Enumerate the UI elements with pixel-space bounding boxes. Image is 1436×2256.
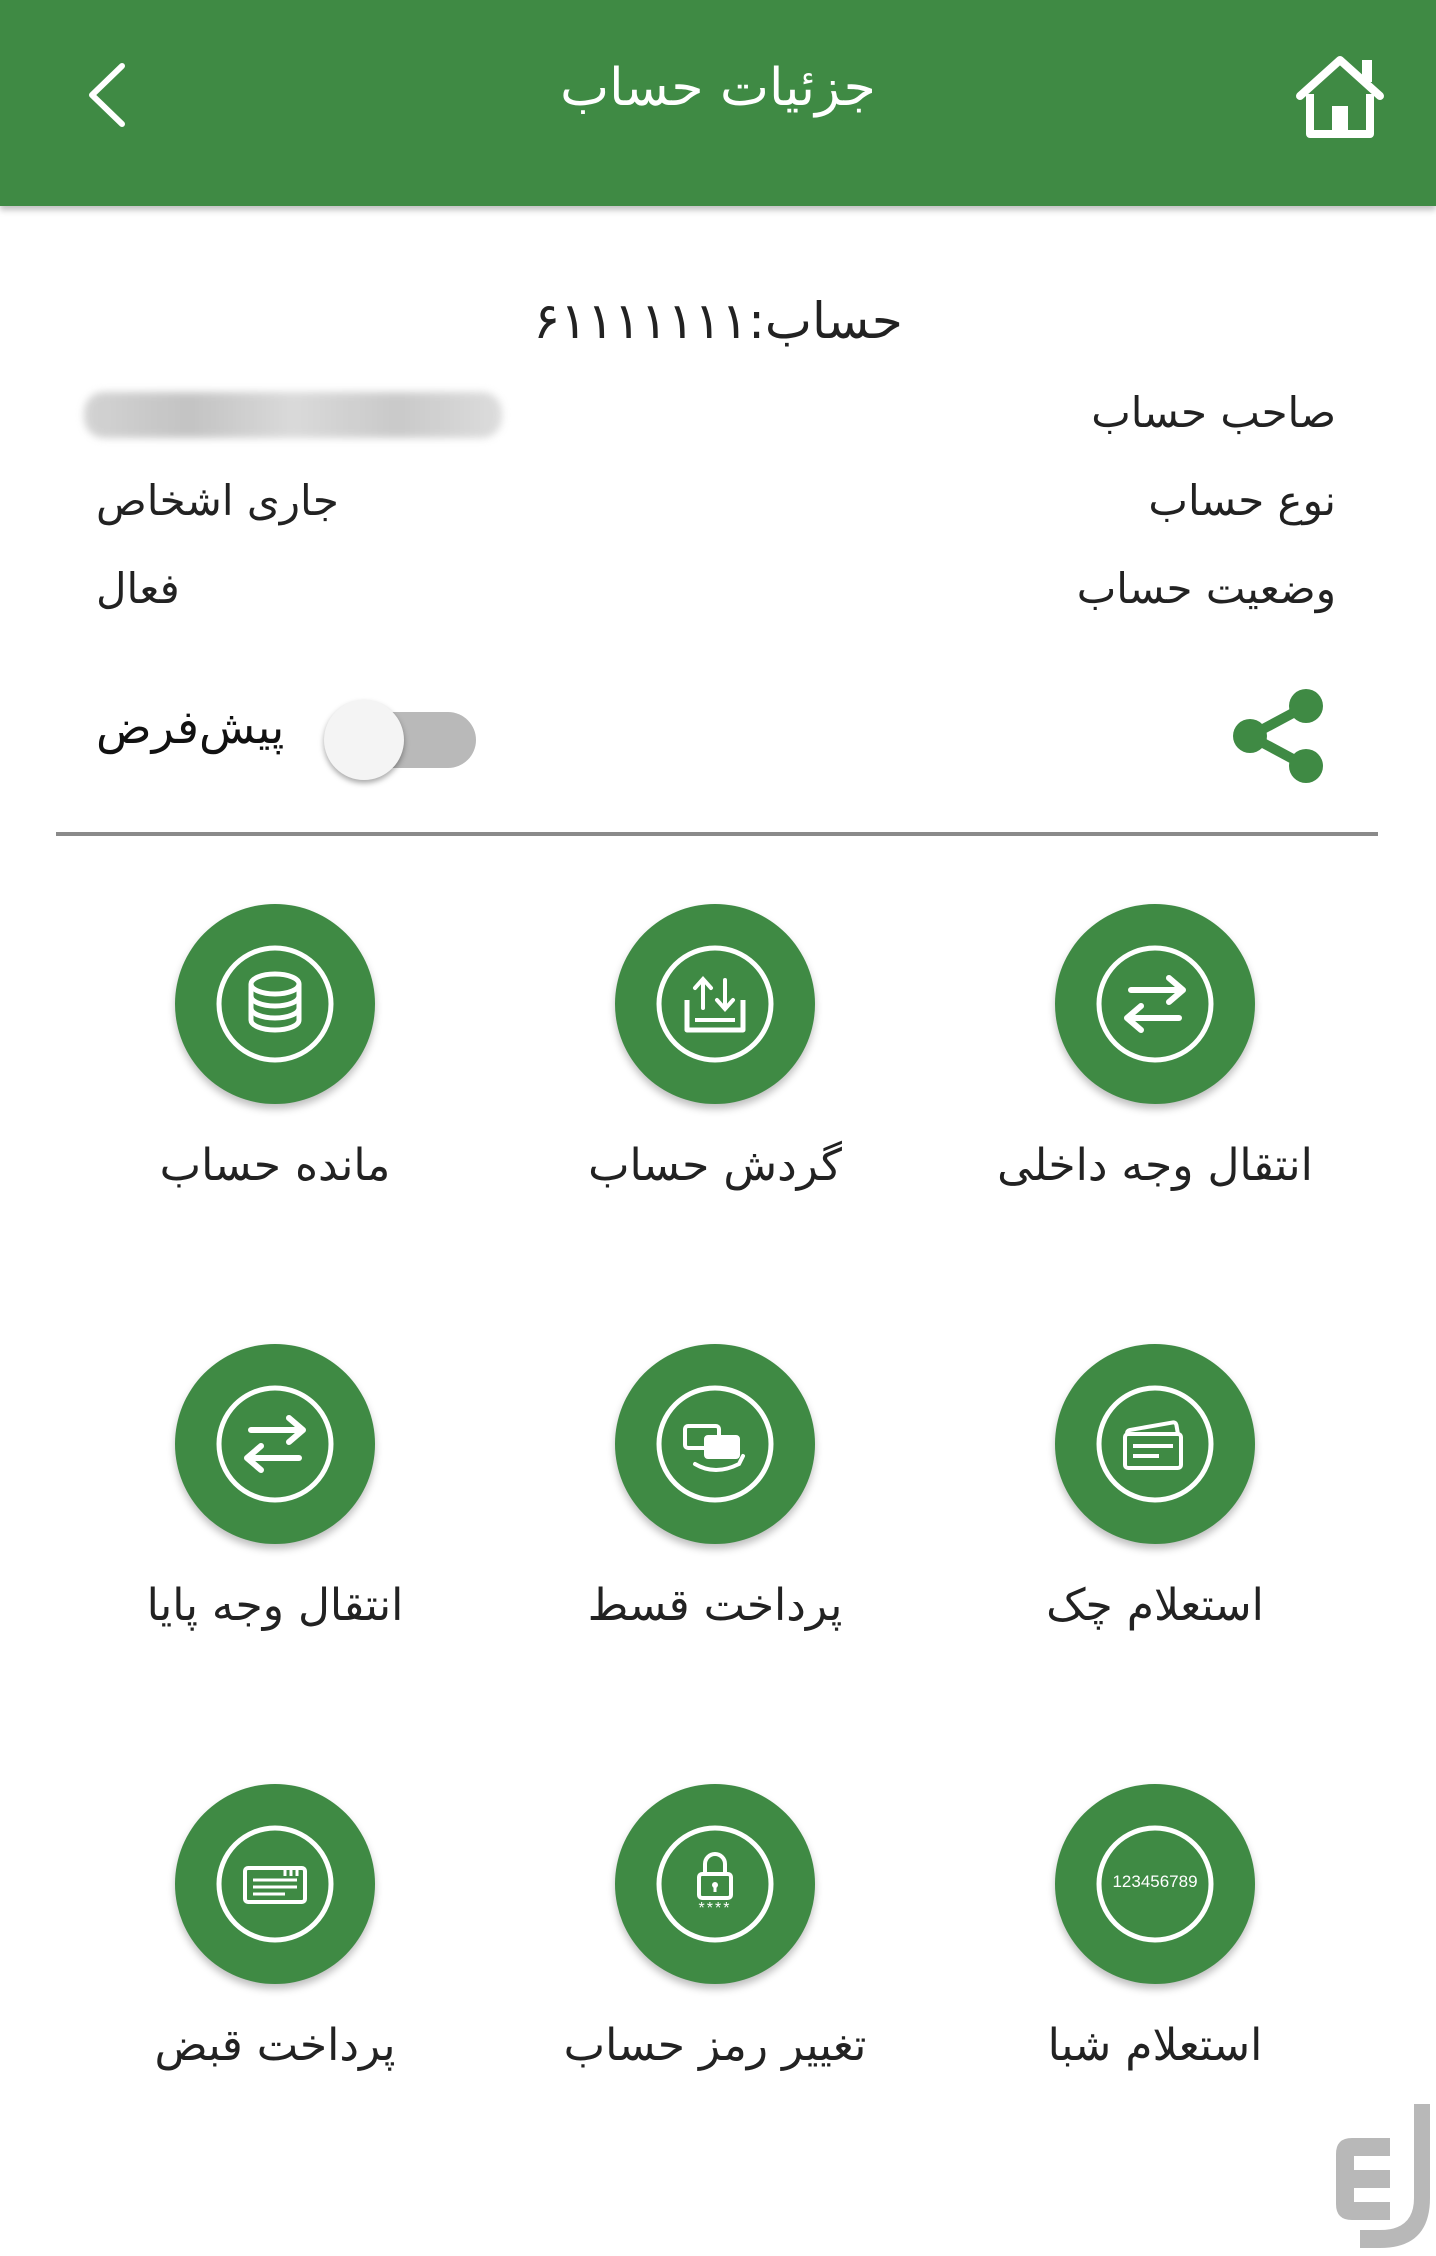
installment-payment-button[interactable]: پرداخت قسط (515, 1344, 915, 1704)
internal-transfer-button[interactable]: انتقال وجه داخلی (955, 904, 1355, 1264)
installment-payment-label: پرداخت قسط (587, 1580, 843, 1631)
share-icon[interactable] (1226, 686, 1334, 786)
bill-payment-label: پرداخت قبض (154, 2020, 396, 2071)
account-statement-label: گردش حساب (588, 1140, 842, 1191)
owner-label: صاحب حساب (1091, 388, 1336, 437)
account-statement-button[interactable]: گردش حساب (515, 904, 915, 1264)
page-title: جزئیات حساب (560, 58, 876, 118)
transfer-icon (175, 1344, 375, 1544)
default-label: پیش‌فرض (96, 700, 285, 754)
account-number: حساب:۶۱۱۱۱۱۱۱ (533, 292, 903, 350)
paya-transfer-button[interactable]: انتقال وجه پایا (75, 1344, 475, 1704)
default-toggle[interactable] (324, 690, 476, 780)
sheba-inquiry-label: استعلام شبا (1047, 2020, 1263, 2071)
sheba-icon: 123456789 (1055, 1784, 1255, 1984)
section-divider (56, 832, 1378, 836)
app-bar: جزئیات حساب (0, 0, 1436, 206)
store-logo-icon (1336, 2104, 1430, 2248)
account-balance-label: مانده حساب (159, 1140, 391, 1191)
toggle-knob (324, 700, 404, 780)
bill-payment-button[interactable]: پرداخت قبض (75, 1784, 475, 2144)
sheba-icon-text: 123456789 (1112, 1872, 1198, 1891)
statement-icon (615, 904, 815, 1104)
transfer-icon (1055, 904, 1255, 1104)
paya-transfer-label: انتقال وجه پایا (146, 1580, 404, 1631)
cheque-inquiry-button[interactable]: استعلام چک (955, 1344, 1355, 1704)
bill-icon (175, 1784, 375, 1984)
internal-transfer-label: انتقال وجه داخلی (997, 1140, 1313, 1191)
change-password-label: تغییر رمز حساب (563, 2020, 867, 2071)
account-status-value: فعال (96, 564, 180, 613)
owner-name-redacted (84, 392, 502, 438)
installment-icon (615, 1344, 815, 1544)
cheque-inquiry-label: استعلام چک (1046, 1580, 1264, 1631)
lock-icon-text: **** (698, 1900, 732, 1917)
sheba-inquiry-button[interactable]: 123456789 استعلام شبا (955, 1784, 1355, 2144)
home-icon[interactable] (1294, 54, 1386, 138)
cheque-icon (1055, 1344, 1255, 1544)
account-status-label: وضعیت حساب (1076, 564, 1336, 613)
account-type-label: نوع حساب (1148, 476, 1336, 525)
change-password-button[interactable]: **** تغییر رمز حساب (515, 1784, 915, 2144)
coins-icon (175, 904, 375, 1104)
account-type-value: جاری اشخاص (96, 476, 339, 525)
account-balance-button[interactable]: مانده حساب (75, 904, 475, 1264)
lock-icon: **** (615, 1784, 815, 1984)
